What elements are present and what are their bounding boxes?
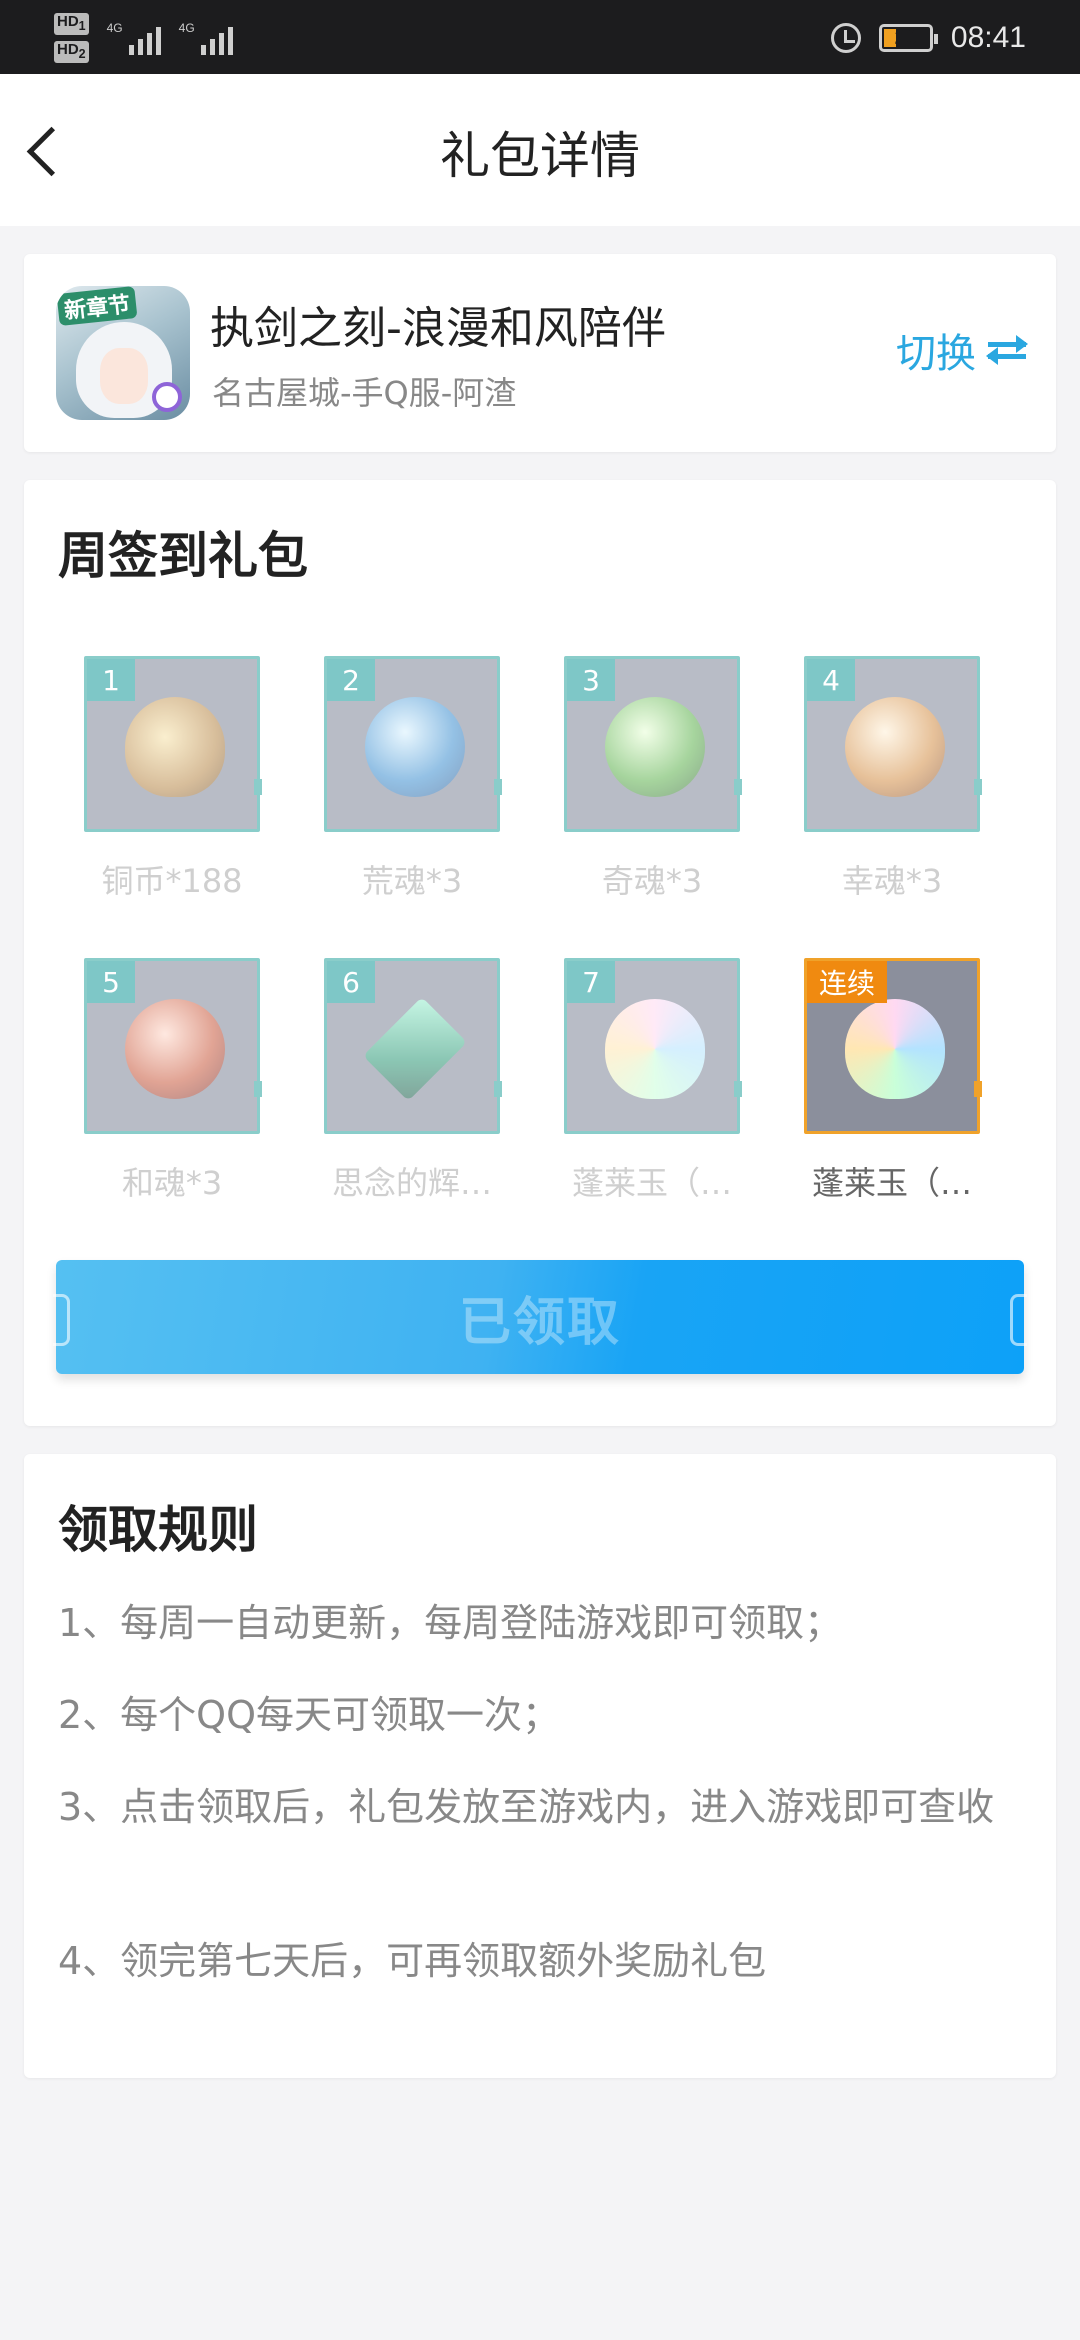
day-badge: 5 <box>87 961 135 1003</box>
game-icon-tag: 新章节 <box>56 286 138 326</box>
copper-coin-icon <box>125 697 225 797</box>
switch-label: 切换 <box>896 331 976 377</box>
gift-name: 奇魂*3 <box>601 862 703 900</box>
status-left: HD1 HD2 4G 4G <box>54 8 233 68</box>
signal-icon-2: 4G <box>179 21 233 55</box>
gift-name: 铜币*188 <box>101 862 243 900</box>
signal-icon: 4G <box>107 21 161 55</box>
jade-icon <box>845 999 945 1099</box>
rule-item: 1、每周一自动更新，每周登陆游戏即可领取； <box>58 1601 843 1645</box>
gift-tile: 2 <box>324 656 502 832</box>
header: 礼包详情 <box>0 74 1080 226</box>
gift-name: 荒魂*3 <box>361 862 463 900</box>
weekly-gift-card: 周签到礼包 1 铜币*188 2 荒魂*3 3 奇魂*3 4 幸魂*3 5 和魂… <box>24 480 1056 1426</box>
hd-indicators: HD1 HD2 <box>54 13 89 63</box>
gift-name: 蓬莱玉（… <box>811 1164 972 1202</box>
claim-button[interactable]: 已领取 <box>53 1260 1027 1374</box>
gift-name: 和魂*3 <box>121 1164 223 1202</box>
gift-name: 思念的辉… <box>331 1164 492 1202</box>
day-badge: 4 <box>807 659 855 701</box>
gift-tile: 连续 <box>804 958 982 1134</box>
page-title: 礼包详情 <box>440 127 640 185</box>
status-bar: HD1 HD2 4G 4G 20 08:41 <box>0 0 1080 74</box>
clock: 08:41 <box>950 21 1026 54</box>
consecutive-badge: 连续 <box>807 961 887 1003</box>
luck-soul-icon <box>845 697 945 797</box>
game-name: 执剑之刻-浪漫和风陪伴 <box>210 303 666 354</box>
hd1-indicator: HD1 <box>54 13 89 35</box>
game-app-icon: 新章节 <box>56 286 190 420</box>
rules-card: 领取规则 1、每周一自动更新，每周登陆游戏即可领取； 2、每个QQ每天可领取一次… <box>24 1454 1056 2078</box>
day-badge: 2 <box>327 659 375 701</box>
gift-tile: 5 <box>84 958 262 1134</box>
gift-name: 蓬莱玉（… <box>571 1164 732 1202</box>
status-right: 20 08:41 <box>830 8 1026 68</box>
rare-soul-icon <box>605 697 705 797</box>
hd2-indicator: HD2 <box>54 41 89 63</box>
weekly-gift-title: 周签到礼包 <box>58 527 308 585</box>
battery-level: 20 <box>894 26 918 49</box>
switch-button[interactable]: 切换 <box>896 320 1028 380</box>
rule-item: 2、每个QQ每天可领取一次； <box>58 1693 560 1737</box>
gift-tile: 7 <box>564 958 742 1134</box>
claim-button-label: 已领取 <box>458 1292 621 1353</box>
crystal-icon <box>362 996 468 1102</box>
platform-badge-icon <box>152 382 182 412</box>
day-badge: 3 <box>567 659 615 701</box>
day-badge: 6 <box>327 961 375 1003</box>
wild-soul-icon <box>365 697 465 797</box>
rule-item: 4、领完第七天后，可再领取额外奖励礼包 <box>58 1939 767 1983</box>
harmony-soul-icon <box>125 999 225 1099</box>
rule-item: 3、点击领取后，礼包发放至游戏内，进入游戏即可查收 <box>58 1785 995 1829</box>
gift-tile: 6 <box>324 958 502 1134</box>
gift-name: 幸魂*3 <box>841 862 943 900</box>
gift-tile: 4 <box>804 656 982 832</box>
jade-icon <box>605 999 705 1099</box>
alarm-icon <box>830 23 861 53</box>
switch-arrows-icon <box>986 335 1028 365</box>
day-badge: 1 <box>87 659 135 701</box>
day-badge: 7 <box>567 961 615 1003</box>
battery-icon: 20 <box>878 24 938 52</box>
gift-tile: 3 <box>564 656 742 832</box>
rules-title: 领取规则 <box>58 1501 258 1559</box>
game-server: 名古屋城-手Q服-阿渣 <box>212 374 517 412</box>
game-info-card: 新章节 执剑之刻-浪漫和风陪伴 名古屋城-手Q服-阿渣 切换 <box>24 254 1056 452</box>
gift-tile: 1 <box>84 656 262 832</box>
